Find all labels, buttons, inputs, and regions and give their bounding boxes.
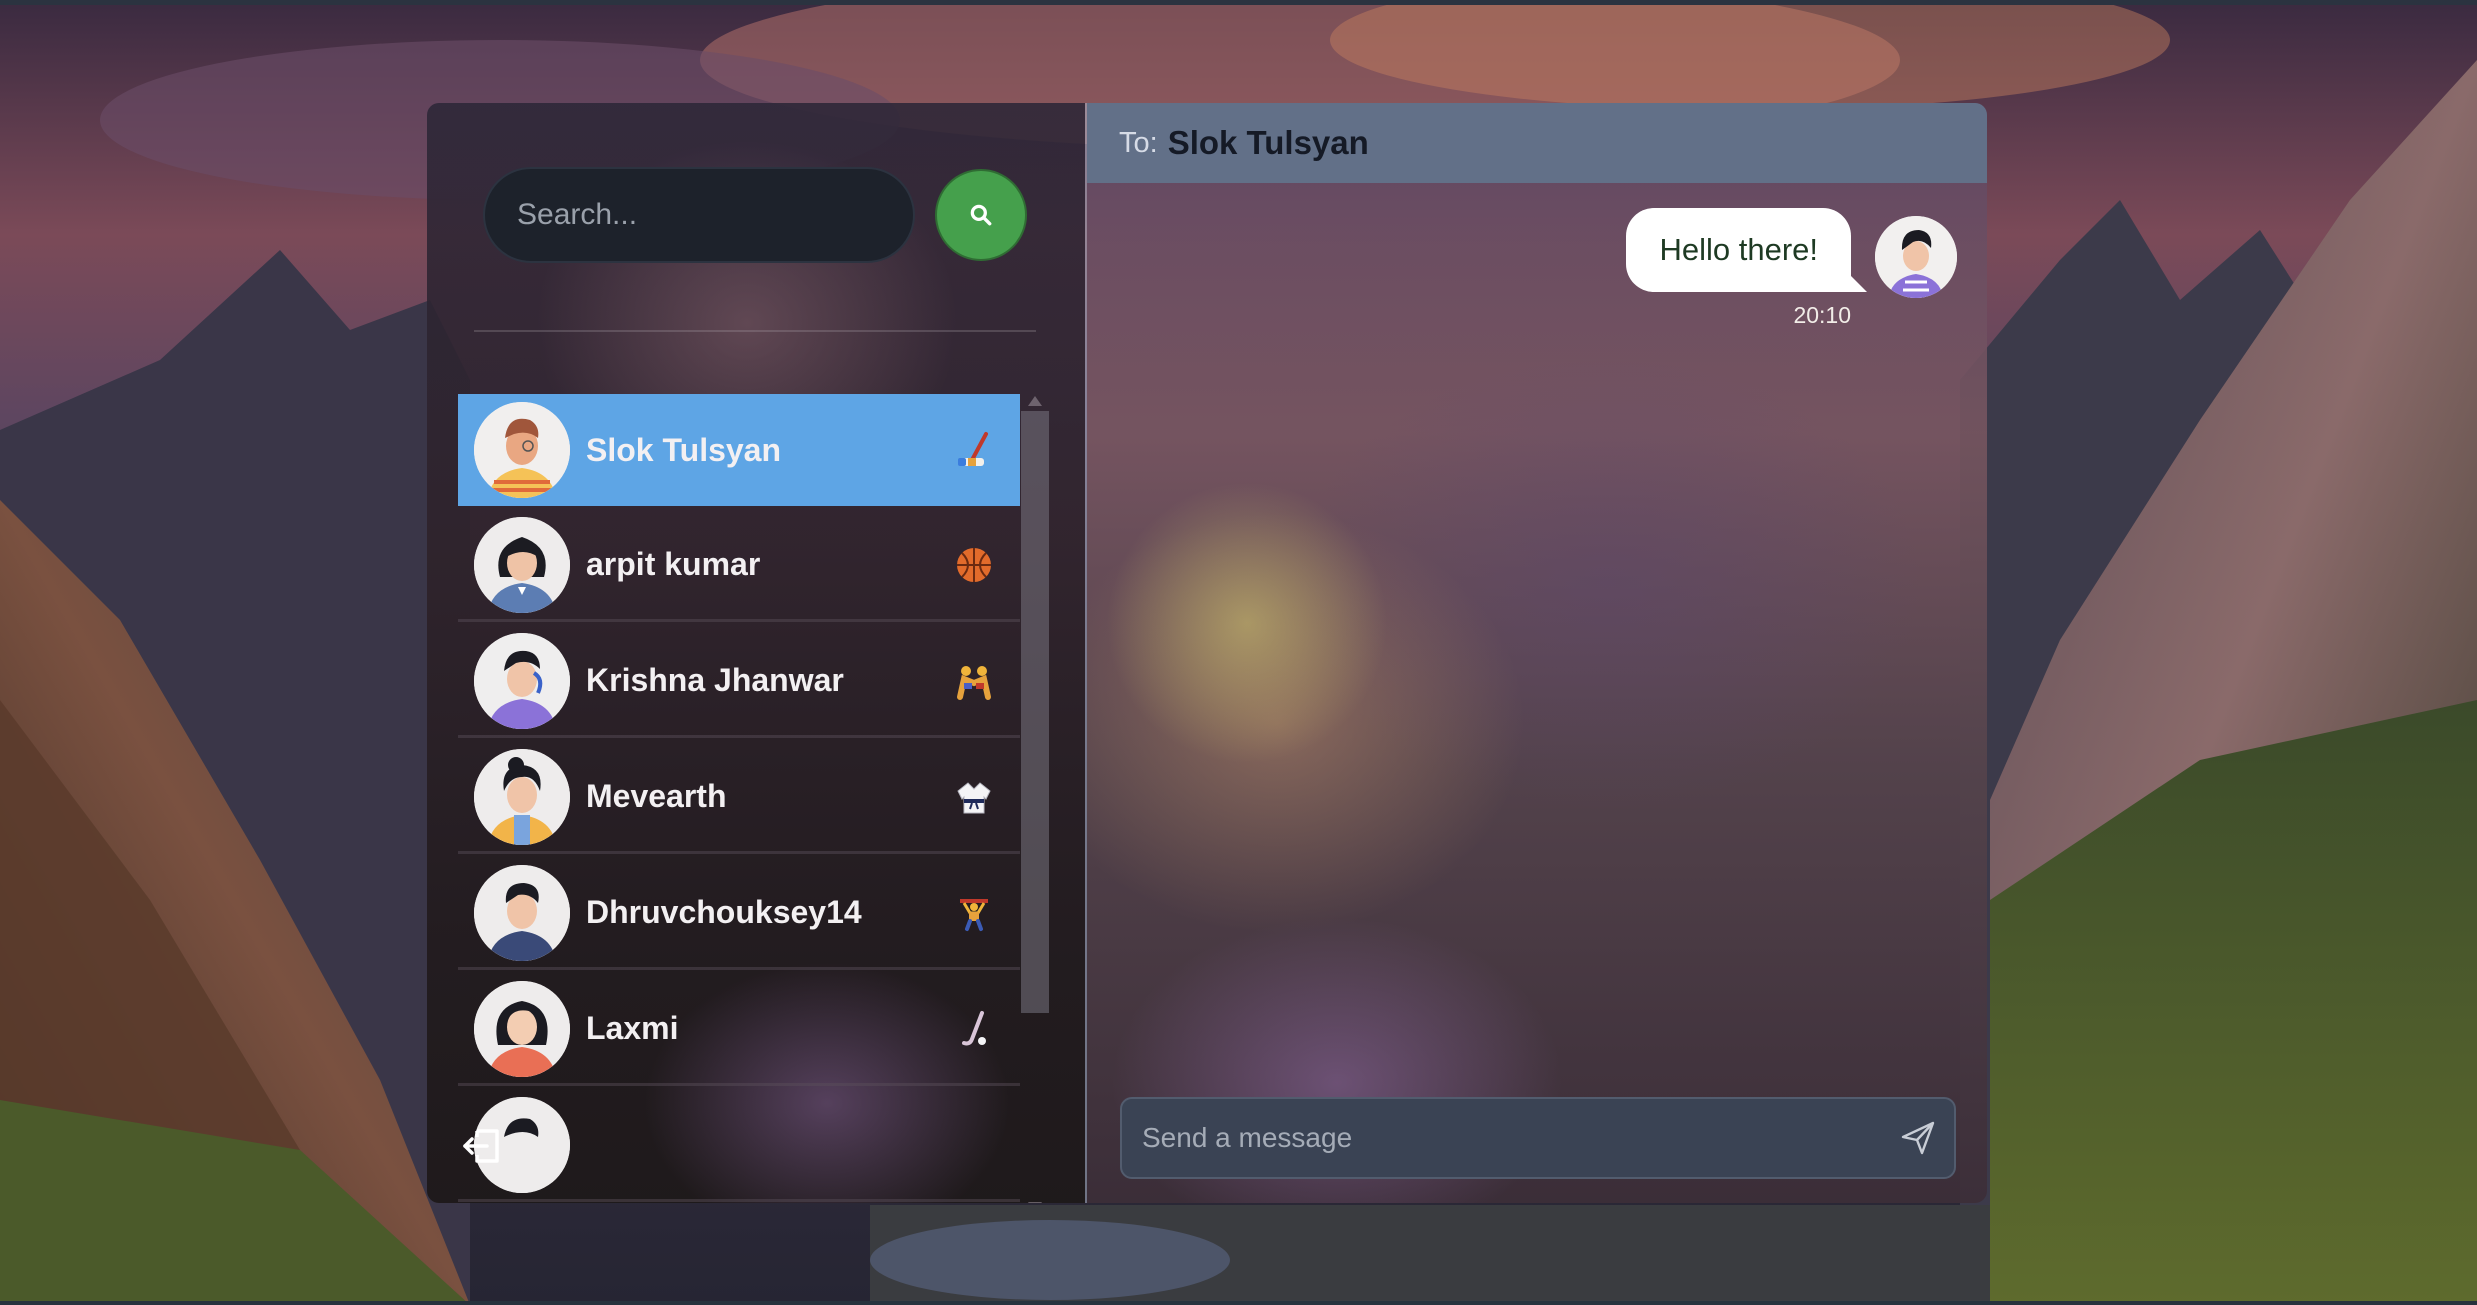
contact-name: Krishna Jhanwar [586,662,844,698]
field-hockey-icon [954,1009,994,1049]
chat-header: To: Slok Tulsyan [1087,103,1987,183]
avatar [474,516,570,613]
contact-name: Mevearth [586,778,727,814]
scrollbar-thumb[interactable] [1021,411,1049,1013]
logout-icon [463,1129,499,1163]
message-row: Hello there! 20:10 [1626,208,1957,328]
window-bottom-border [0,1301,2477,1305]
search-divider [474,330,1036,332]
chat-panel: To: Slok Tulsyan Hello there! 20:10 [1087,103,1987,1203]
sidebar: Slok Tulsyan [427,103,1085,1203]
avatar [474,980,570,1077]
contact-item-partial[interactable] [458,1090,1020,1202]
wrestling-icon [954,661,994,701]
contact-name: Dhruvchouksey14 [586,894,862,930]
recipient-name: Slok Tulsyan [1167,124,1369,161]
send-icon [1901,1121,1935,1155]
message-input[interactable] [1122,1099,1882,1177]
contact-item-laxmi[interactable]: Laxmi [458,974,1020,1086]
contact-item-arpit-kumar[interactable]: arpit kumar [458,510,1020,622]
search-bar [483,167,1027,263]
martial-arts-uniform-icon [954,777,994,817]
avatar [474,402,570,498]
message-bubble[interactable]: Hello there! [1626,208,1851,292]
basketball-icon [954,545,994,585]
message-bubble-wrapper: Hello there! 20:10 [1626,208,1867,328]
search-button[interactable] [935,169,1027,261]
hockey-stick-icon [954,430,994,470]
weightlifting-icon [954,893,994,933]
contact-name: Laxmi [586,1010,679,1046]
contact-name: Slok Tulsyan [586,431,782,468]
contact-list[interactable]: Slok Tulsyan arpit kumar Krishna Jhanwar… [458,394,1020,1203]
contact-item-slok-tulsyan[interactable]: Slok Tulsyan [458,394,1020,506]
logout-button[interactable] [459,1121,507,1169]
message-area[interactable]: Hello there! 20:10 [1087,183,1987,1203]
search-icon [970,204,992,226]
contact-item-dhruvchouksey14[interactable]: Dhruvchouksey14 [458,858,1020,970]
avatar [474,748,570,845]
contact-item-mevearth[interactable]: Mevearth [458,742,1020,854]
window-top-border [0,0,2477,5]
contact-item-krishna-jhanwar[interactable]: Krishna Jhanwar [458,626,1020,738]
send-button[interactable] [1882,1102,1954,1174]
contact-name: arpit kumar [586,546,761,582]
avatar [474,632,570,729]
avatar [474,864,570,961]
to-label: To: [1119,126,1158,159]
scroll-down-arrow-icon[interactable] [1025,1199,1045,1203]
scroll-up-arrow-icon[interactable] [1025,393,1045,409]
search-input[interactable] [483,167,915,263]
bubble-tail [1843,268,1867,292]
chat-app: Slok Tulsyan [427,103,1987,1203]
sender-avatar [1875,216,1957,298]
message-timestamp: 20:10 [1793,302,1851,328]
message-composer [1120,1097,1956,1179]
